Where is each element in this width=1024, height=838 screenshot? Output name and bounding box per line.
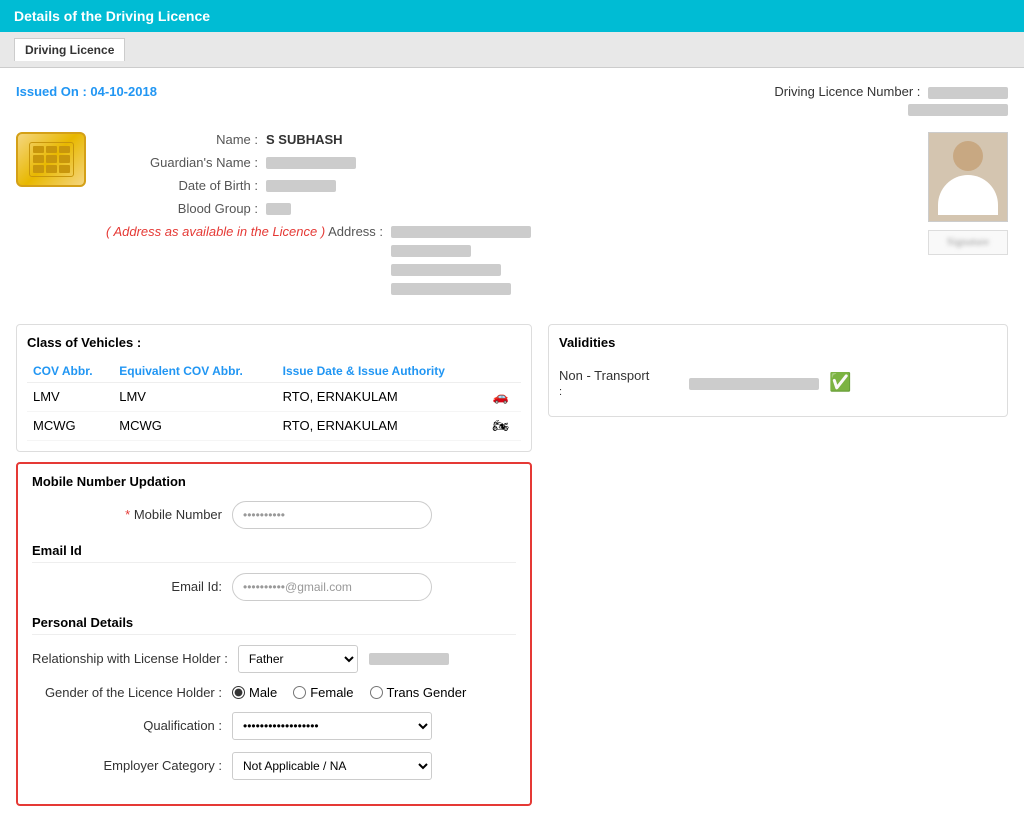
- required-star: *: [125, 507, 130, 522]
- employer-label: Employer Category :: [32, 758, 232, 773]
- dob-row: Date of Birth :: [106, 178, 908, 193]
- col-equiv: Equivalent COV Abbr.: [113, 360, 276, 383]
- dob-label: Date of Birth :: [106, 178, 266, 193]
- vehicle-icon-cell: 🚗: [487, 382, 521, 411]
- cov-cell: MCWG: [27, 411, 113, 440]
- col-left: Class of Vehicles : COV Abbr. Equivalent…: [16, 324, 532, 806]
- gender-male-label[interactable]: Male: [232, 685, 277, 700]
- issued-label: Issued On :: [16, 84, 87, 99]
- gender-trans-label[interactable]: Trans Gender: [370, 685, 467, 700]
- photo-section: Signature: [928, 132, 1008, 304]
- issued-row: Issued On : 04-10-2018 Driving Licence N…: [16, 84, 1008, 116]
- gender-radio-group: Male Female Trans Gender: [232, 685, 466, 700]
- gender-female-label[interactable]: Female: [293, 685, 353, 700]
- page-wrapper: Details of the Driving Licence Driving L…: [0, 0, 1024, 838]
- col-issue: Issue Date & Issue Authority: [277, 360, 487, 383]
- guardian-value: [266, 155, 356, 170]
- issued-on: Issued On : 04-10-2018: [16, 84, 157, 99]
- issue-cell: RTO, ERNAKULAM: [277, 382, 487, 411]
- table-row: MCWG MCWG RTO, ERNAKULAM 🏍: [27, 411, 521, 440]
- validity-row: Non - Transport: ✅: [559, 360, 997, 406]
- guardian-row: Guardian's Name :: [106, 155, 908, 170]
- gender-female-text: Female: [310, 685, 353, 700]
- address-label: ( Address as available in the Licence ) …: [106, 224, 391, 239]
- email-subsection: Email Id Email Id:: [32, 543, 516, 601]
- mobile-section-title: Mobile Number Updation: [32, 474, 516, 489]
- tab-driving-licence[interactable]: Driving Licence: [14, 38, 125, 61]
- mobile-label-text: Mobile Number: [134, 507, 222, 522]
- table-row: LMV LMV RTO, ERNAKULAM 🚗: [27, 382, 521, 411]
- validity-type: Non - Transport:: [559, 368, 679, 398]
- mobile-row: * Mobile Number: [32, 501, 516, 529]
- dob-value: [266, 178, 336, 193]
- qualification-label: Qualification :: [32, 718, 232, 733]
- blood-group-value: [266, 201, 291, 216]
- top-nav: Driving Licence: [0, 32, 1024, 68]
- name-label: Name :: [106, 132, 266, 147]
- gender-male-radio[interactable]: [232, 686, 245, 699]
- address-value: [391, 224, 531, 296]
- vehicles-title: Class of Vehicles :: [27, 335, 521, 350]
- vehicles-table: COV Abbr. Equivalent COV Abbr. Issue Dat…: [27, 360, 521, 441]
- personal-section-title: Personal Details: [32, 615, 516, 635]
- relationship-label: Relationship with License Holder :: [32, 651, 238, 666]
- personal-subsection: Personal Details Relationship with Licen…: [32, 615, 516, 780]
- update-section: Mobile Number Updation * Mobile Number E…: [16, 462, 532, 806]
- person-photo: [928, 132, 1008, 222]
- mobile-subsection: Mobile Number Updation * Mobile Number: [32, 474, 516, 529]
- blood-group-row: Blood Group :: [106, 201, 908, 216]
- cov-cell: LMV: [27, 382, 113, 411]
- name-row: Name : S SUBHASH: [106, 132, 908, 147]
- validity-date: [689, 375, 819, 390]
- email-label: Email Id:: [32, 579, 232, 594]
- gender-trans-text: Trans Gender: [387, 685, 467, 700]
- mobile-input[interactable]: [232, 501, 432, 529]
- vehicles-section: Class of Vehicles : COV Abbr. Equivalent…: [16, 324, 532, 452]
- details-section: Name : S SUBHASH Guardian's Name : Date …: [16, 132, 1008, 304]
- signature-area: Signature: [928, 230, 1008, 255]
- gender-trans-radio[interactable]: [370, 686, 383, 699]
- two-col-section: Class of Vehicles : COV Abbr. Equivalent…: [16, 324, 1008, 806]
- gender-male-text: Male: [249, 685, 277, 700]
- issue-cell: RTO, ERNAKULAM: [277, 411, 487, 440]
- validities-title: Validities: [559, 335, 997, 350]
- blood-group-label: Blood Group :: [106, 201, 266, 216]
- signature: Signature: [947, 236, 989, 248]
- email-row: Email Id:: [32, 573, 516, 601]
- vehicle-icon-cell: 🏍: [487, 411, 521, 440]
- qualification-select[interactable]: ••••••••••••••••••: [232, 712, 432, 740]
- header-bar: Details of the Driving Licence: [0, 0, 1024, 32]
- dl-number-area: Driving Licence Number :: [774, 84, 1008, 116]
- col-right: Validities Non - Transport: ✅: [548, 324, 1008, 806]
- address-label-text: Address :: [328, 224, 383, 239]
- validities-box: Validities Non - Transport: ✅: [548, 324, 1008, 417]
- chip-icon: [16, 132, 86, 187]
- address-note: ( Address as available in the Licence ): [106, 224, 325, 239]
- main-content: Issued On : 04-10-2018 Driving Licence N…: [0, 68, 1024, 838]
- validity-check-icon: ✅: [829, 372, 851, 393]
- equiv-cell: LMV: [113, 382, 276, 411]
- employer-row: Employer Category : Not Applicable / NA: [32, 752, 516, 780]
- col-cov: COV Abbr.: [27, 360, 113, 383]
- header-title: Details of the Driving Licence: [14, 8, 210, 24]
- gender-label: Gender of the Licence Holder :: [32, 685, 232, 700]
- qualification-row: Qualification : ••••••••••••••••••: [32, 712, 516, 740]
- mobile-label: * Mobile Number: [32, 507, 232, 522]
- address-row: ( Address as available in the Licence ) …: [106, 224, 908, 296]
- email-input[interactable]: [232, 573, 432, 601]
- name-value: S SUBHASH: [266, 132, 343, 147]
- equiv-cell: MCWG: [113, 411, 276, 440]
- gender-row: Gender of the Licence Holder : Male Fema…: [32, 685, 516, 700]
- guardian-label: Guardian's Name :: [106, 155, 266, 170]
- relationship-row: Relationship with License Holder : Fathe…: [32, 645, 516, 673]
- email-section-title: Email Id: [32, 543, 516, 563]
- employer-select[interactable]: Not Applicable / NA: [232, 752, 432, 780]
- relationship-select[interactable]: Father Mother Spouse Other: [238, 645, 358, 673]
- info-fields: Name : S SUBHASH Guardian's Name : Date …: [106, 132, 908, 304]
- issued-date: 04-10-2018: [90, 84, 157, 99]
- gender-female-radio[interactable]: [293, 686, 306, 699]
- dl-number-label: Driving Licence Number :: [774, 84, 920, 99]
